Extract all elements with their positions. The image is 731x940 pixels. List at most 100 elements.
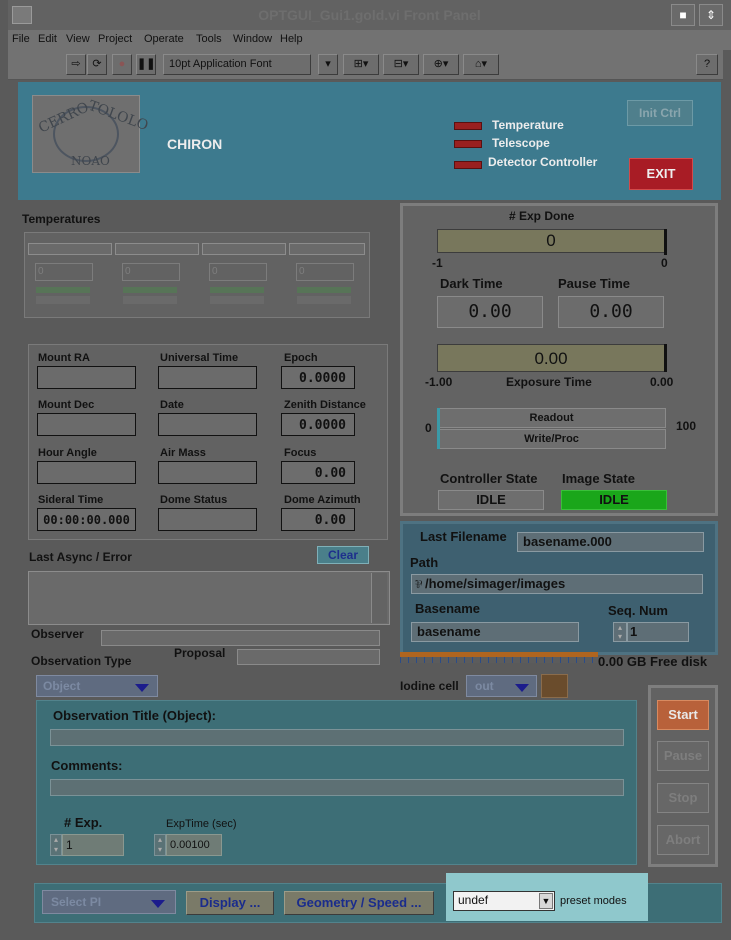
pause-time-label: Pause Time	[558, 276, 631, 291]
exptime-stepper-icon[interactable]: ▴ ▾	[154, 834, 166, 856]
menu-project[interactable]: Project	[98, 33, 132, 45]
menu-view[interactable]: View	[66, 33, 90, 45]
exp-done-gauge: 0	[437, 229, 665, 253]
num-exp-input[interactable]: 1	[62, 834, 124, 856]
last-filename-field: basename.000	[517, 532, 704, 552]
async-scrollbar[interactable]	[371, 573, 387, 623]
seq-num-stepper-icon[interactable]: ▴ ▾	[613, 622, 627, 642]
dome-azimuth-label: Dome Azimuth	[284, 494, 361, 506]
exp-done-scale-max: 0	[661, 256, 668, 270]
abort-execution-icon[interactable]: ●	[112, 54, 132, 75]
run-continuously-icon[interactable]: ⟳	[87, 54, 107, 75]
iodine-cell-indicator	[541, 674, 568, 698]
basename-input[interactable]: basename	[411, 622, 579, 642]
progress-min: 0	[425, 421, 432, 435]
distribute-objects-icon[interactable]: ⊟▾	[383, 54, 419, 75]
menu-edit[interactable]: Edit	[38, 33, 57, 45]
exposure-time-marker	[664, 344, 667, 372]
readout-progress-bar: Readout	[437, 408, 666, 428]
sideral-time-label: Sideral Time	[38, 494, 104, 506]
dark-time-label: Dark Time	[440, 276, 503, 291]
mount-dec-field	[37, 413, 136, 436]
iodine-cell-value: out	[475, 679, 494, 693]
menu-operate[interactable]: Operate	[144, 33, 184, 45]
focus-field: 0.00	[281, 461, 355, 484]
mount-ra-field	[37, 366, 136, 389]
observation-title-input[interactable]	[50, 729, 624, 746]
hour-angle-field	[37, 461, 136, 484]
observation-title-label: Observation Title (Object):	[53, 708, 217, 723]
exp-done-marker	[664, 229, 667, 255]
init-ctrl-button[interactable]: Init Ctrl	[627, 100, 693, 126]
reorder-icon[interactable]: ⌂▾	[463, 54, 499, 75]
exit-button[interactable]: EXIT	[629, 158, 693, 190]
resize-objects-icon[interactable]: ⊕▾	[423, 54, 459, 75]
observation-type-value: Object	[43, 679, 81, 693]
preset-modes-value: undef	[458, 893, 489, 907]
exposure-scale-max: 0.00	[650, 375, 674, 389]
observation-type-select[interactable]: Object	[36, 675, 158, 697]
menu-bar: File Edit View Project Operate Tools Win…	[8, 30, 731, 50]
align-objects-icon[interactable]: ⊞▾	[343, 54, 379, 75]
pause-icon[interactable]: ❚❚	[136, 54, 156, 75]
geometry-speed-button[interactable]: Geometry / Speed ...	[284, 891, 434, 915]
start-button[interactable]: Start	[657, 700, 709, 730]
proposal-input[interactable]	[237, 649, 380, 665]
num-exp-stepper-icon[interactable]: ▴ ▾	[50, 834, 62, 856]
temperature-status-label: Temperature	[492, 118, 564, 132]
menu-file[interactable]: File	[12, 33, 30, 45]
help-icon[interactable]: ?	[696, 54, 718, 75]
observer-input[interactable]	[101, 630, 380, 646]
pause-time-display: 0.00	[558, 296, 664, 328]
observation-type-dropdown-icon	[135, 684, 149, 692]
last-filename-label: Last Filename	[420, 529, 507, 544]
abort-button[interactable]: Abort	[657, 825, 709, 855]
run-arrow-icon[interactable]: ⇨	[66, 54, 86, 75]
select-pi-dropdown[interactable]: Select PI	[42, 890, 176, 914]
progress-max: 100	[676, 419, 697, 433]
progress-fill-edge	[437, 408, 440, 449]
writeproc-progress-bar: Write/Proc	[437, 429, 666, 449]
iodine-cell-select[interactable]: out	[466, 675, 537, 697]
menu-tools[interactable]: Tools	[196, 33, 222, 45]
path-field[interactable]: ⅌ /home/simager/images	[411, 574, 703, 594]
preset-modes-select[interactable]: undef ▼	[453, 891, 555, 911]
image-state-label: Image State	[562, 471, 635, 486]
comments-label: Comments:	[51, 758, 123, 773]
universal-time-label: Universal Time	[160, 352, 239, 364]
iodine-cell-label: Iodine cell	[400, 679, 459, 693]
basename-label: Basename	[415, 601, 481, 616]
observer-label: Observer	[31, 627, 84, 641]
telescope-status-label: Telescope	[492, 136, 550, 150]
path-icon: ⅌	[415, 579, 423, 591]
universal-time-field	[158, 366, 257, 389]
epoch-label: Epoch	[284, 352, 318, 364]
display-button[interactable]: Display ...	[186, 891, 274, 915]
sideral-time-field: 00:00:00.000	[37, 508, 136, 531]
path-value: /home/simager/images	[425, 576, 566, 591]
date-label: Date	[160, 399, 184, 411]
logo-text-bottom: NOAO	[71, 154, 110, 168]
pause-button[interactable]: Pause	[657, 741, 709, 771]
temperature-led-icon	[454, 122, 482, 130]
clear-button[interactable]: Clear	[317, 546, 369, 564]
scroll-arrows-icon[interactable]: ⇕	[699, 4, 723, 26]
maximize-icon[interactable]: ■	[671, 4, 695, 26]
menu-window[interactable]: Window	[233, 33, 272, 45]
exptime-input[interactable]: 0.00100	[166, 834, 222, 856]
select-pi-value: Select PI	[51, 895, 102, 909]
controller-state-label: Controller State	[440, 471, 538, 486]
date-field	[158, 413, 257, 436]
async-error-textarea[interactable]	[28, 571, 390, 625]
dark-time-display: 0.00	[437, 296, 543, 328]
last-async-label: Last Async / Error	[29, 550, 132, 564]
image-state-indicator: IDLE	[561, 490, 667, 510]
exp-done-label: # Exp Done	[509, 209, 575, 223]
font-dropdown-arrow-icon[interactable]: ▾	[318, 54, 338, 75]
font-select[interactable]: 10pt Application Font	[163, 54, 311, 75]
comments-input[interactable]	[50, 779, 624, 796]
menu-help[interactable]: Help	[280, 33, 303, 45]
instrument-name: CHIRON	[167, 136, 223, 152]
stop-button[interactable]: Stop	[657, 783, 709, 813]
seq-num-input[interactable]: 1	[627, 622, 689, 642]
